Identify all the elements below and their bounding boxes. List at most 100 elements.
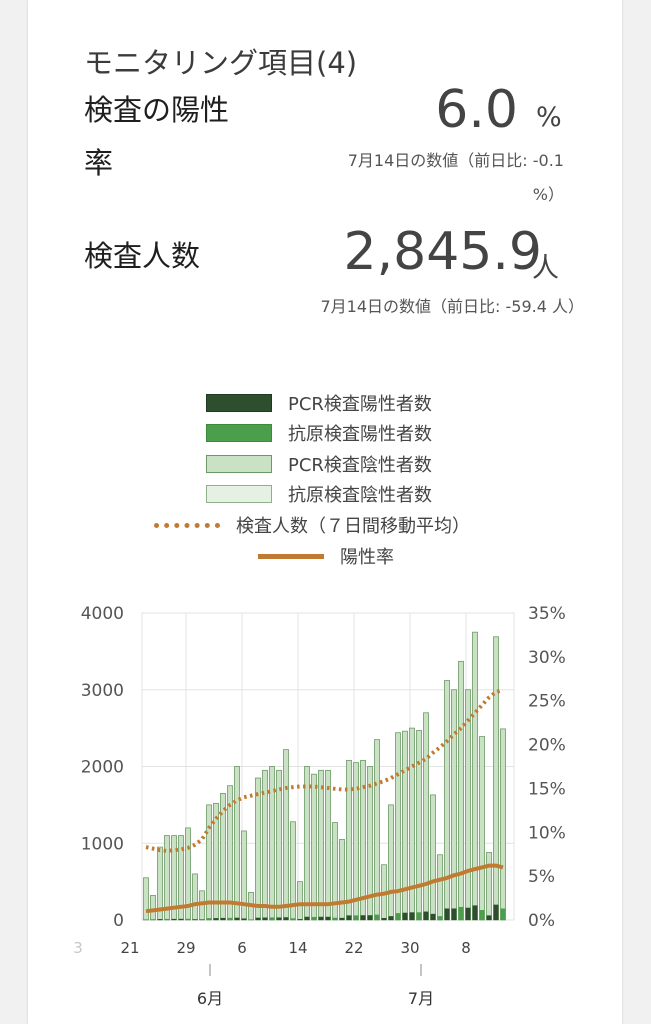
bar-positive <box>353 915 359 920</box>
x-month-label: 7月 <box>408 989 434 1008</box>
bar-positive <box>283 917 289 920</box>
bar-tests-total <box>150 895 156 921</box>
bar-tests-total <box>311 773 317 921</box>
bar-positive <box>493 904 499 920</box>
bar-tests-total <box>255 777 261 921</box>
bar-positive <box>451 908 457 920</box>
bar-positive <box>178 918 184 920</box>
bar-tests-total <box>416 730 422 921</box>
bar-positive <box>276 917 282 920</box>
bar-positive <box>255 917 261 920</box>
x-day-label: 29 <box>176 939 195 957</box>
left-tick-label: 0 <box>113 911 124 931</box>
bar-tests-total <box>143 877 149 921</box>
bar-positive <box>199 919 205 920</box>
bar-positive <box>367 915 373 920</box>
bar-tests-total <box>304 766 310 921</box>
x-day-label: 6 <box>237 939 247 957</box>
bar-tests-total <box>430 794 436 921</box>
bar-positive <box>388 916 394 920</box>
bar-tests-total <box>297 881 303 921</box>
bar-tests-total <box>437 854 443 921</box>
bar-positive <box>465 907 471 920</box>
bar-positive <box>297 919 303 920</box>
bar-positive <box>423 911 429 920</box>
bar-positive <box>311 916 317 920</box>
bar-tests-total <box>409 727 415 921</box>
bar-positive <box>185 918 191 920</box>
bar-positive <box>479 910 485 920</box>
bar-positive <box>213 918 219 920</box>
x-day-label: 14 <box>288 939 307 957</box>
bar-positive <box>339 917 345 920</box>
right-tick-label: 30% <box>528 648 566 668</box>
bar-positive <box>444 908 450 920</box>
bar-tests-total <box>325 769 331 921</box>
left-axis: 0 1000 2000 3000 4000 <box>81 604 124 931</box>
bar-tests-total <box>465 689 471 921</box>
bar-positive <box>416 912 422 920</box>
left-tick-label: 2000 <box>81 758 124 778</box>
bar-positive <box>318 916 324 920</box>
bar-tests-total <box>318 769 324 921</box>
bar-positive <box>262 917 268 920</box>
bar-positive <box>241 918 247 920</box>
bar-positive <box>374 914 380 920</box>
bar-positive <box>234 917 240 920</box>
right-tick-label: 5% <box>528 867 555 887</box>
bar-tests-total <box>423 712 429 921</box>
bar-positive <box>206 918 212 920</box>
bar-positive <box>458 906 464 920</box>
bar-tests-total <box>388 804 394 921</box>
bar-positive <box>430 913 436 920</box>
bar-tests-total <box>493 636 499 921</box>
x-month-label: 6月 <box>197 989 223 1008</box>
bar-positive <box>409 912 415 920</box>
right-tick-label: 25% <box>528 692 566 712</box>
x-day-label: 3 <box>73 939 83 957</box>
bar-tests-total <box>472 631 478 921</box>
left-tick-label: 1000 <box>81 834 124 854</box>
left-tick-label: 4000 <box>81 604 124 624</box>
bar-positive <box>290 918 296 920</box>
bar-tests-total <box>283 749 289 921</box>
bar-positive <box>395 913 401 920</box>
bar-positive <box>269 917 275 920</box>
right-tick-label: 20% <box>528 736 566 756</box>
x-axis: 3 21 29 6 14 22 30 8 6月 7月 <box>73 939 471 1008</box>
bar-positive <box>157 919 163 920</box>
bar-positive <box>381 918 387 920</box>
right-tick-label: 35% <box>528 604 566 624</box>
bar-tests-total <box>486 852 492 921</box>
bar-positive <box>143 919 149 920</box>
x-day-label: 21 <box>120 939 139 957</box>
x-day-label: 30 <box>400 939 419 957</box>
bar-tests-total <box>353 762 359 921</box>
combo-chart: 0 1000 2000 3000 4000 0% 5% 10% 15% 20% 25% 30% 35%… <box>73 604 566 1008</box>
right-axis: 0% 5% 10% 15% 20% 25% 30% 35% <box>528 604 566 931</box>
right-tick-label: 10% <box>528 823 566 843</box>
x-day-label: 8 <box>461 939 471 957</box>
bar-positive <box>171 918 177 920</box>
bar-positive <box>227 917 233 920</box>
bar-tests-total <box>241 830 247 921</box>
bar-positive <box>220 917 226 920</box>
bar-positive <box>248 919 254 920</box>
bar-positive <box>402 912 408 920</box>
bar-tests-total <box>276 769 282 921</box>
left-tick-label: 3000 <box>81 681 124 701</box>
bar-positive <box>486 915 492 920</box>
bar-tests-total <box>346 759 352 921</box>
bar-tests-total <box>500 728 506 921</box>
bar-positive <box>472 905 478 920</box>
bar-positive <box>192 919 198 920</box>
bar-positive <box>360 915 366 920</box>
right-tick-label: 15% <box>528 779 566 799</box>
bar-tests-total <box>479 736 485 921</box>
bar-tests-total <box>444 680 450 921</box>
bar-positive <box>500 908 506 920</box>
bar-positive <box>164 918 170 920</box>
x-day-label: 22 <box>344 939 363 957</box>
bar-positive <box>325 916 331 920</box>
bar-tests-total <box>339 839 345 921</box>
